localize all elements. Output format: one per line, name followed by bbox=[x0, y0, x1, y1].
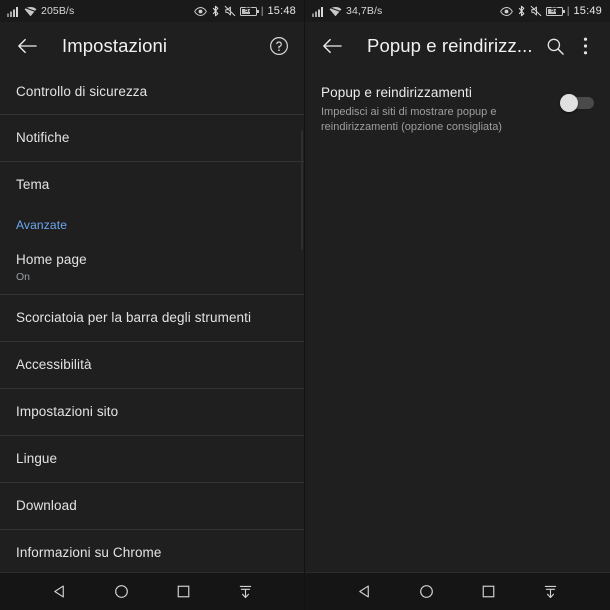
overflow-menu-button[interactable] bbox=[570, 31, 600, 61]
wifi-icon bbox=[24, 6, 37, 16]
help-button[interactable] bbox=[264, 31, 294, 61]
left-back-button[interactable] bbox=[12, 31, 42, 61]
right-status-bar: 34,7B/s 57 | 15:49 bbox=[305, 0, 610, 22]
right-clock: 15:49 bbox=[573, 4, 602, 17]
battery-icon: 57 bbox=[239, 6, 259, 16]
left-navigation-bar bbox=[0, 572, 304, 610]
page-title: Popup e reindirizz... bbox=[367, 35, 533, 56]
recents-square-icon bbox=[177, 585, 189, 598]
signal-bars-icon bbox=[7, 6, 18, 17]
bluetooth-icon bbox=[212, 5, 219, 17]
list-item-accessibilita[interactable]: Accessibilità bbox=[0, 342, 304, 388]
scrollbar-thumb[interactable] bbox=[301, 130, 303, 250]
left-status-left-group: 205B/s bbox=[7, 6, 74, 17]
eye-icon bbox=[500, 6, 513, 16]
search-button[interactable] bbox=[540, 31, 570, 61]
left-status-bar: 205B/s 57 | 15:48 bbox=[0, 0, 304, 22]
list-item-label: Tema bbox=[16, 176, 50, 192]
back-arrow-icon bbox=[18, 38, 37, 54]
nav-hide-button[interactable] bbox=[534, 575, 568, 609]
list-item-label: Lingue bbox=[16, 450, 58, 466]
right-network-speed: 34,7B/s bbox=[346, 4, 383, 17]
right-app-bar: Popup e reindirizz... bbox=[305, 22, 610, 70]
nav-home-button[interactable] bbox=[409, 575, 443, 609]
hide-navbar-arrow-icon bbox=[545, 585, 557, 598]
right-status-right-group: 57 | 15:49 bbox=[500, 5, 602, 17]
list-item-lingue[interactable]: Lingue bbox=[0, 436, 304, 482]
signal-bars-icon bbox=[312, 6, 323, 17]
list-item-label: Controllo di sicurezza bbox=[16, 83, 148, 99]
nav-back-button[interactable] bbox=[42, 575, 76, 609]
left-app-bar: Impostazioni bbox=[0, 22, 304, 70]
list-item-label: Impostazioni sito bbox=[16, 403, 119, 419]
battery-icon: 57 bbox=[545, 6, 565, 16]
wifi-icon bbox=[329, 6, 342, 16]
preference-title: Popup e reindirizzamenti bbox=[321, 85, 472, 100]
page-title: Impostazioni bbox=[62, 35, 168, 56]
list-item-scorciatoia-barra-strumenti[interactable]: Scorciatoia per la barra degli strumenti bbox=[0, 295, 304, 341]
left-clock: 15:48 bbox=[267, 4, 296, 17]
right-status-separator: | bbox=[566, 5, 570, 17]
more-vertical-icon bbox=[583, 37, 587, 55]
right-status-left-group: 34,7B/s bbox=[312, 6, 382, 17]
eye-icon bbox=[194, 6, 207, 16]
left-status-separator: | bbox=[260, 5, 264, 17]
list-item-label: Notifiche bbox=[16, 129, 70, 145]
preference-description: Impedisci ai siti di mostrare popup e re… bbox=[321, 105, 502, 133]
back-arrow-icon bbox=[323, 38, 342, 54]
nav-back-button[interactable] bbox=[347, 575, 381, 609]
list-item-label: Download bbox=[16, 497, 77, 513]
screen-root: 205B/s 57 | 15:48 Impostazioni Controllo… bbox=[0, 0, 610, 610]
battery-percent-label: 57 bbox=[245, 8, 252, 14]
list-item-sublabel: On bbox=[16, 270, 31, 283]
list-item-label: Home page bbox=[16, 251, 87, 267]
home-circle-icon bbox=[114, 585, 128, 598]
list-item-home-page[interactable]: Home page On bbox=[0, 242, 304, 294]
list-item-label: Scorciatoia per la barra degli strumenti bbox=[16, 309, 252, 325]
home-circle-icon bbox=[419, 585, 433, 598]
popup-redirects-toggle[interactable] bbox=[560, 94, 594, 112]
list-item-label: Accessibilità bbox=[16, 356, 92, 372]
list-item-tema[interactable]: Tema bbox=[0, 162, 304, 208]
help-circle-icon bbox=[270, 37, 288, 55]
right-back-button[interactable] bbox=[317, 31, 347, 61]
section-header-label: Avanzate bbox=[16, 218, 68, 232]
recents-square-icon bbox=[482, 585, 495, 598]
right-navigation-bar bbox=[305, 572, 610, 610]
mute-icon bbox=[530, 5, 542, 17]
nav-recents-button[interactable] bbox=[472, 575, 506, 609]
left-panel-settings: 205B/s 57 | 15:48 Impostazioni Controllo… bbox=[0, 0, 305, 610]
back-triangle-icon bbox=[53, 585, 64, 598]
list-item-notifiche[interactable]: Notifiche bbox=[0, 115, 304, 161]
battery-percent-label: 57 bbox=[551, 8, 558, 14]
section-header-avanzate: Avanzate bbox=[0, 208, 304, 242]
right-content-area: Popup e reindirizzamenti Impedisci ai si… bbox=[305, 70, 610, 572]
preference-text-block: Popup e reindirizzamenti Impedisci ai si… bbox=[321, 84, 550, 135]
back-triangle-icon bbox=[358, 585, 369, 598]
hide-navbar-arrow-icon bbox=[239, 585, 251, 598]
nav-hide-button[interactable] bbox=[228, 575, 262, 609]
left-network-speed: 205B/s bbox=[41, 4, 75, 17]
bluetooth-icon bbox=[518, 5, 525, 17]
preference-row-popup-redirects[interactable]: Popup e reindirizzamenti Impedisci ai si… bbox=[321, 84, 594, 135]
settings-list[interactable]: Controllo di sicurezza Notifiche Tema Av… bbox=[0, 70, 304, 572]
list-item-informazioni-su-chrome[interactable]: Informazioni su Chrome bbox=[0, 530, 304, 572]
toggle-knob bbox=[560, 94, 578, 112]
search-icon bbox=[547, 38, 564, 55]
list-item-label: Informazioni su Chrome bbox=[16, 544, 162, 560]
right-panel-popup-redirects: 34,7B/s 57 | 15:49 Popup e reindirizz...… bbox=[305, 0, 610, 610]
mute-icon bbox=[224, 5, 236, 17]
nav-recents-button[interactable] bbox=[166, 575, 200, 609]
nav-home-button[interactable] bbox=[104, 575, 138, 609]
list-item-impostazioni-sito[interactable]: Impostazioni sito bbox=[0, 389, 304, 435]
left-status-right-group: 57 | 15:48 bbox=[194, 5, 296, 17]
list-item-download[interactable]: Download bbox=[0, 483, 304, 529]
list-item-controllo-di-sicurezza[interactable]: Controllo di sicurezza bbox=[0, 70, 304, 114]
